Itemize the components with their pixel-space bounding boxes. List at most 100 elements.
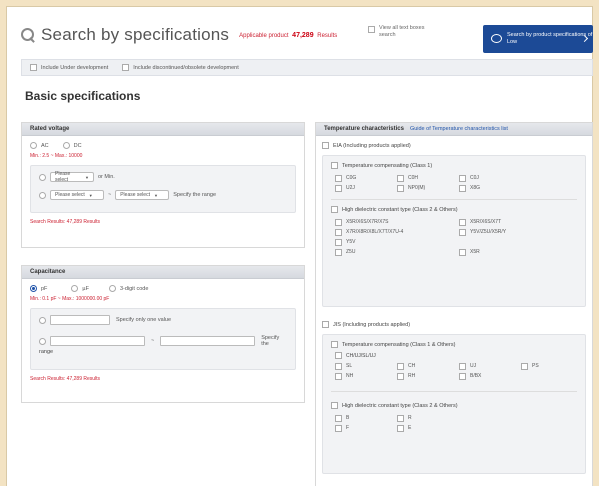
option-item[interactable]: X8G	[459, 183, 521, 193]
view-all-checkbox[interactable]: View all text boxes search	[368, 25, 428, 39]
radio-label: µF	[82, 285, 89, 292]
option-item[interactable]: CH	[397, 361, 459, 371]
option-item[interactable]: X5R/X6S/X7R/X7S	[335, 217, 459, 227]
eia-comp-options: C0G C0H C0J U2J NP0(M) X8G	[331, 173, 577, 193]
checkbox-icon	[30, 64, 37, 71]
jis-checkbox[interactable]: JIS (Including products applied)	[322, 321, 586, 328]
jis-comp-checkbox[interactable]: Temperature compensating (Class 1 & Othe…	[331, 341, 577, 348]
cap-single-input[interactable]	[50, 315, 110, 325]
temperature-title: Temperature characteristics Guide of Temp…	[316, 123, 592, 136]
option-label: CH	[408, 363, 416, 369]
checkbox-icon	[459, 228, 466, 236]
option-item[interactable]: Y5V/Z5U/X5R/Y	[459, 227, 569, 237]
checkbox-icon	[331, 402, 338, 409]
select-value: Please select	[120, 192, 150, 198]
option-item[interactable]: B	[335, 413, 397, 423]
count-prefix: Applicable product	[239, 32, 289, 39]
eia-checkbox[interactable]: EIA (Including products applied)	[322, 142, 586, 149]
cap-pf-radio[interactable]: pF	[30, 285, 47, 292]
option-item[interactable]: B/BX	[459, 371, 521, 381]
cap-from-input[interactable]	[50, 336, 145, 346]
count-value: 47,289	[292, 31, 314, 39]
option-label: X5R	[470, 249, 480, 255]
checkbox-icon	[397, 424, 404, 432]
checkbox-icon	[335, 372, 342, 380]
jis-label: JIS (Including products applied)	[333, 321, 411, 328]
option-label: C0G	[346, 175, 357, 181]
option-item[interactable]: NH	[335, 371, 397, 381]
radio-icon[interactable]	[39, 191, 46, 199]
jis-comp-sub[interactable]: CH/UJ/SL/UJ	[331, 352, 577, 359]
checkbox-icon	[397, 362, 404, 370]
option-label: E	[408, 425, 412, 431]
jis-high-options: B R F E	[331, 413, 577, 433]
filter-label: Include discontinued/obsolete developmen…	[133, 64, 239, 71]
option-item[interactable]: F	[335, 423, 397, 433]
checkbox-icon	[459, 174, 466, 182]
radio-icon[interactable]	[39, 173, 46, 181]
jis-high-checkbox[interactable]: High dielectric constant type (Class 2 &…	[331, 402, 577, 409]
checkbox-icon	[335, 228, 342, 236]
checkbox-icon	[397, 414, 404, 422]
option-item[interactable]: RH	[397, 371, 459, 381]
filter-discontinued[interactable]: Include discontinued/obsolete developmen…	[122, 64, 239, 71]
radio-icon[interactable]	[39, 337, 46, 345]
cap-code-radio[interactable]: 3-digit code	[108, 285, 149, 292]
option-item[interactable]: C0J	[459, 173, 521, 183]
radio-label: DC	[73, 142, 82, 149]
voltage-ac-radio[interactable]: AC	[30, 142, 49, 149]
range-label-cont: range	[39, 349, 54, 355]
chevron-down-icon: ▼	[85, 174, 89, 180]
page-frame: Search by specifications Applicable prod…	[6, 6, 593, 486]
voltage-min-select[interactable]: Please select ▼	[50, 171, 94, 183]
result-count: Applicable product 47,289 Results	[239, 32, 337, 39]
cap-uf-radio[interactable]: µF	[71, 285, 89, 292]
search-specs-button[interactable]: Search by product specifications of Low	[483, 25, 593, 53]
checkbox-icon	[322, 142, 329, 149]
option-label: X5R/X6S/X7T	[470, 219, 502, 225]
option-item[interactable]: C0G	[335, 173, 397, 183]
checkbox-icon	[459, 362, 466, 370]
eia-high-checkbox[interactable]: High dielectric constant type (Class 2 &…	[331, 206, 577, 213]
option-item[interactable]: UJ	[459, 361, 521, 371]
option-item[interactable]: Y5V	[335, 237, 459, 247]
temperature-guide-link[interactable]: Guide of Temperature characteristics lis…	[410, 126, 508, 132]
option-item[interactable]: Z5U	[335, 247, 459, 257]
voltage-result-link[interactable]: Search Results: 47,289 Results	[30, 219, 296, 225]
option-item[interactable]: X7R/X8R/X8L/X7T/X7U-4	[335, 227, 459, 237]
checkbox-icon	[459, 372, 466, 380]
checkbox-icon	[335, 352, 342, 359]
radio-label: 3-digit code	[119, 285, 149, 292]
option-label: NP0(M)	[408, 185, 426, 191]
radio-icon[interactable]	[39, 316, 46, 324]
radio-icon	[62, 142, 70, 149]
capacitance-panel: Capacitance pF µF 3-digit code Min.: 0.1…	[21, 265, 305, 403]
checkbox-icon	[459, 184, 466, 192]
option-label: B/BX	[470, 373, 482, 379]
jis-comp-label: Temperature compensating (Class 1 & Othe…	[342, 341, 456, 348]
option-item[interactable]: E	[397, 423, 459, 433]
cap-result-link[interactable]: Search Results: 47,289 Results	[30, 376, 296, 382]
eia-high-options: X5R/X6S/X7R/X7S X5R/X6S/X7T X7R/X8R/X8L/…	[331, 217, 577, 257]
option-label: Y5V/Z5U/X5R/Y	[470, 229, 507, 235]
cap-to-input[interactable]	[160, 336, 256, 346]
checkbox-icon	[331, 206, 338, 213]
option-label: UJ	[470, 363, 477, 369]
eia-comp-checkbox[interactable]: Temperature compensating (Class 1)	[331, 162, 577, 169]
min-label: or Min.	[98, 174, 115, 180]
option-item[interactable]: C0H	[397, 173, 459, 183]
filter-under-development[interactable]: Include Under development	[30, 64, 108, 71]
option-item[interactable]: SL	[335, 361, 397, 371]
rated-voltage-panel: Rated voltage AC DC Min.: 2.5 ~ Max.: 10…	[21, 122, 305, 248]
option-item[interactable]: NP0(M)	[397, 183, 459, 193]
option-item[interactable]: R	[397, 413, 459, 423]
voltage-to-select[interactable]: Please select ▼	[115, 190, 170, 200]
option-item[interactable]: U2J	[335, 183, 397, 193]
option-item[interactable]: X5R	[459, 247, 569, 257]
jis-comp-sub-label: CH/UJ/SL/UJ	[346, 352, 376, 359]
voltage-dc-radio[interactable]: DC	[62, 142, 82, 149]
cap-range-note: Min.: 0.1 pF ~ Max.: 1000000.00 pF	[30, 296, 110, 302]
option-item[interactable]: X5R/X6S/X7T	[459, 217, 569, 227]
option-item[interactable]: PS	[521, 361, 571, 371]
voltage-from-select[interactable]: Please select ▼	[50, 190, 104, 200]
